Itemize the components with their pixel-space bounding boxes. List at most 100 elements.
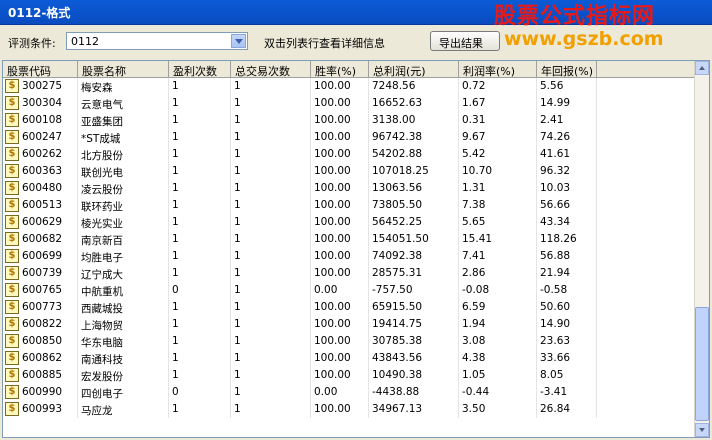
stock-code: 600862	[22, 352, 63, 364]
table-cell: $600850	[3, 333, 78, 350]
table-cell: 1	[169, 112, 231, 129]
table-cell: 2.41	[537, 112, 597, 129]
dollar-stock-icon: $	[5, 181, 19, 195]
table-cell: 亚盛集团	[78, 112, 169, 129]
table-cell: 41.61	[537, 146, 597, 163]
column-header[interactable]: 总利润(元)	[369, 61, 459, 77]
table-row[interactable]: $600773 西藏城投 1 1 100.00 65915.50 6.59 50.60	[3, 299, 697, 316]
table-cell: 100.00	[311, 163, 369, 180]
table-cell: 30785.38	[369, 333, 459, 350]
table-cell: 华东电脑	[78, 333, 169, 350]
table-row[interactable]: $600765 中航重机 0 1 0.00 -757.50 -0.08 -0.58	[3, 282, 697, 299]
condition-select[interactable]: 0112	[66, 32, 248, 50]
dollar-stock-icon: $	[5, 113, 19, 127]
stock-code: 600682	[22, 233, 63, 245]
table-cell: 1	[169, 129, 231, 146]
table-row[interactable]: $600247 *ST成城 1 1 100.00 96742.38 9.67 74.26	[3, 129, 697, 146]
table-cell: 7.38	[459, 197, 537, 214]
scroll-up-icon[interactable]	[695, 61, 709, 75]
column-header[interactable]: 利润率(%)	[459, 61, 537, 77]
table-row[interactable]: $600993 马应龙 1 1 100.00 34967.13 3.50 26.84	[3, 401, 697, 418]
table-cell: 凌云股份	[78, 180, 169, 197]
table-cell: 南京新百	[78, 231, 169, 248]
table-row[interactable]: $600363 联创光电 1 1 100.00 107018.25 10.70 96.32	[3, 163, 697, 180]
table-row[interactable]: $600739 辽宁成大 1 1 100.00 28575.31 2.86 21.94	[3, 265, 697, 282]
table-row[interactable]: $600822 上海物贸 1 1 100.00 19414.75 1.94 14.90	[3, 316, 697, 333]
table-cell: 118.26	[537, 231, 597, 248]
table-cell: $600480	[3, 180, 78, 197]
dollar-stock-icon: $	[5, 215, 19, 229]
stock-code: 600513	[22, 199, 63, 211]
table-row[interactable]: $300275 梅安森 1 1 100.00 7248.56 0.72 5.56	[3, 78, 697, 95]
stock-code: 600773	[22, 301, 63, 313]
table-row[interactable]: $600682 南京新百 1 1 100.00 154051.50 15.41 118.26	[3, 231, 697, 248]
table-cell: 73805.50	[369, 197, 459, 214]
table-cell: 1	[169, 163, 231, 180]
table-cell: 56452.25	[369, 214, 459, 231]
table-cell: 1	[231, 367, 311, 384]
export-button[interactable]: 导出结果	[430, 31, 500, 51]
table-row[interactable]: $600885 宏发股份 1 1 100.00 10490.38 1.05 8.05	[3, 367, 697, 384]
table-cell: $600773	[3, 299, 78, 316]
column-header[interactable]: 股票名称	[78, 61, 169, 77]
table-cell: 96.32	[537, 163, 597, 180]
table-cell: 南通科技	[78, 350, 169, 367]
table-cell: 100.00	[311, 231, 369, 248]
table-cell: -0.08	[459, 282, 537, 299]
table-cell: 26.84	[537, 401, 597, 418]
table-cell: 0.72	[459, 78, 537, 95]
table-cell: $600363	[3, 163, 78, 180]
condition-label: 评测条件:	[8, 37, 56, 50]
table-cell: 33.66	[537, 350, 597, 367]
scroll-down-icon[interactable]	[695, 423, 709, 437]
scroll-thumb[interactable]	[695, 307, 709, 421]
table-cell: 0	[169, 282, 231, 299]
table-row[interactable]: $600513 联环药业 1 1 100.00 73805.50 7.38 56.66	[3, 197, 697, 214]
table-row[interactable]: $600850 华东电脑 1 1 100.00 30785.38 3.08 23.63	[3, 333, 697, 350]
table-cell: 1	[169, 95, 231, 112]
column-header[interactable]: 盈利次数	[169, 61, 231, 77]
table-cell: 9.67	[459, 129, 537, 146]
column-header[interactable]: 胜率(%)	[311, 61, 369, 77]
column-header[interactable]: 总交易次数	[231, 61, 311, 77]
table-cell: 1	[231, 112, 311, 129]
table-row[interactable]: $600480 凌云股份 1 1 100.00 13063.56 1.31 10.03	[3, 180, 697, 197]
table-cell: 1.67	[459, 95, 537, 112]
chevron-down-icon[interactable]	[231, 34, 246, 48]
table-row[interactable]: $600262 北方股份 1 1 100.00 54202.88 5.42 41.61	[3, 146, 697, 163]
table-cell: 西藏城投	[78, 299, 169, 316]
table-cell: 上海物贸	[78, 316, 169, 333]
table-cell: 74.26	[537, 129, 597, 146]
table-row[interactable]: $600990 四创电子 0 1 0.00 -4438.88 -0.44 -3.41	[3, 384, 697, 401]
table-cell: 7.41	[459, 248, 537, 265]
table-cell: 100.00	[311, 333, 369, 350]
table-cell: 联环药业	[78, 197, 169, 214]
vertical-scrollbar[interactable]	[694, 61, 709, 437]
table-cell: 均胜电子	[78, 248, 169, 265]
table-row[interactable]: $600862 南通科技 1 1 100.00 43843.56 4.38 33.66	[3, 350, 697, 367]
table-row[interactable]: $300304 云意电气 1 1 100.00 16652.63 1.67 14.99	[3, 95, 697, 112]
table-cell: 1	[169, 350, 231, 367]
column-header[interactable]: 年回报(%)	[537, 61, 597, 77]
table-cell: 1	[169, 231, 231, 248]
table-cell: 1	[169, 265, 231, 282]
table-cell: 10490.38	[369, 367, 459, 384]
stock-code: 600699	[22, 250, 63, 262]
stock-code: 600247	[22, 131, 63, 143]
results-table[interactable]: 股票代码 股票名称 盈利次数 总交易次数 胜率(%) 总利润(元) 利润率(%) 年回报(%)…	[2, 60, 710, 438]
table-cell: 107018.25	[369, 163, 459, 180]
table-cell: 5.65	[459, 214, 537, 231]
table-cell: 1	[231, 248, 311, 265]
column-header[interactable]: 股票代码	[3, 61, 78, 77]
table-row[interactable]: $600108 亚盛集团 1 1 100.00 3138.00 0.31 2.41	[3, 112, 697, 129]
dollar-stock-icon: $	[5, 164, 19, 178]
table-cell: 100.00	[311, 316, 369, 333]
table-row[interactable]: $600629 棱光实业 1 1 100.00 56452.25 5.65 43.34	[3, 214, 697, 231]
table-cell: 5.56	[537, 78, 597, 95]
dollar-stock-icon: $	[5, 198, 19, 212]
table-cell: 1	[169, 248, 231, 265]
table-cell: 1	[231, 282, 311, 299]
table-row[interactable]: $600699 均胜电子 1 1 100.00 74092.38 7.41 56.88	[3, 248, 697, 265]
table-cell: 1	[169, 367, 231, 384]
table-cell: -0.58	[537, 282, 597, 299]
